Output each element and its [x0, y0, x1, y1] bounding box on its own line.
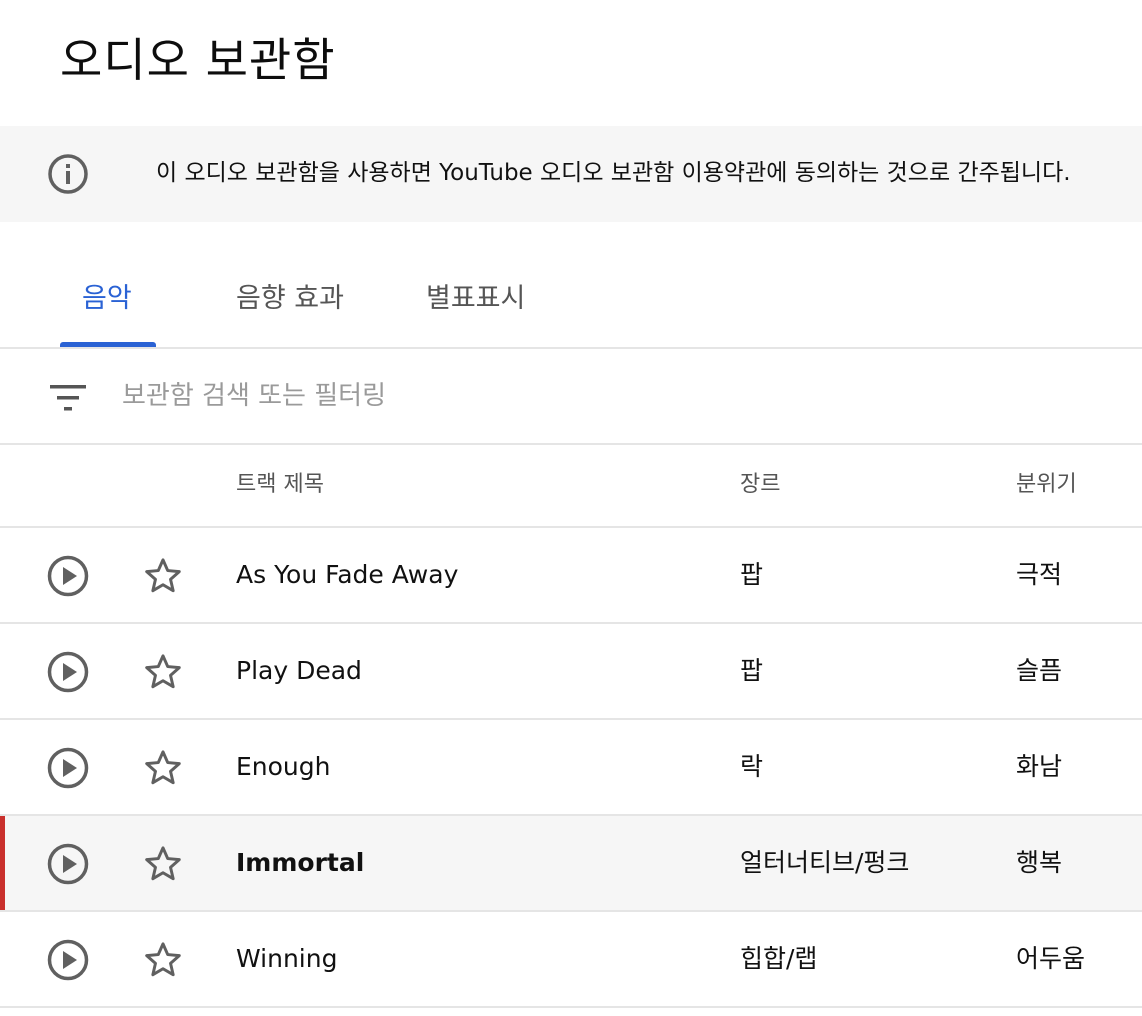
track-title: Winning	[236, 944, 338, 973]
track-row[interactable]: Enough 락 화남	[0, 720, 1142, 814]
track-row[interactable]: As You Fade Away 팝 극적	[0, 528, 1142, 622]
track-title: Immortal	[236, 848, 365, 877]
star-icon[interactable]	[142, 651, 184, 697]
selected-row-marker	[0, 816, 5, 910]
play-icon[interactable]	[46, 650, 90, 698]
tab-sound-effects[interactable]: 음향 효과	[236, 258, 344, 344]
track-genre: 팝	[740, 560, 764, 589]
track-title: Enough	[236, 752, 331, 781]
play-icon[interactable]	[46, 938, 90, 986]
track-genre: 얼터너티브/펑크	[740, 848, 910, 877]
row-divider	[0, 1006, 1142, 1008]
column-header-mood[interactable]: 분위기	[1016, 470, 1077, 500]
track-title: As You Fade Away	[236, 560, 459, 589]
terms-notice-text: 이 오디오 보관함을 사용하면 YouTube 오디오 보관함 이용약관에 동의…	[156, 160, 1071, 186]
track-genre: 힙합/랩	[740, 944, 818, 973]
tab-music[interactable]: 음악	[82, 258, 132, 344]
track-mood: 슬픔	[1016, 656, 1063, 685]
filter-icon[interactable]	[48, 382, 88, 418]
tab-divider	[0, 347, 1142, 349]
play-icon[interactable]	[46, 746, 90, 794]
tab-starred[interactable]: 별표표시	[426, 258, 525, 344]
star-icon[interactable]	[142, 843, 184, 889]
track-genre: 팝	[740, 656, 764, 685]
star-icon[interactable]	[142, 747, 184, 793]
library-search-input[interactable]	[122, 372, 822, 420]
track-mood: 행복	[1016, 848, 1063, 877]
star-icon[interactable]	[142, 939, 184, 985]
page-title: 오디오 보관함	[60, 33, 336, 87]
play-icon[interactable]	[46, 842, 90, 890]
column-header-title[interactable]: 트랙 제목	[236, 470, 324, 500]
track-mood: 화남	[1016, 752, 1063, 781]
track-row[interactable]: Immortal 얼터너티브/펑크 행복	[0, 816, 1142, 910]
search-divider	[0, 443, 1142, 445]
track-row[interactable]: Play Dead 팝 슬픔	[0, 624, 1142, 718]
track-genre: 락	[740, 752, 764, 781]
play-icon[interactable]	[46, 554, 90, 602]
star-icon[interactable]	[142, 555, 184, 601]
track-mood: 어두움	[1016, 944, 1086, 973]
track-row[interactable]: Winning 힙합/랩 어두움	[0, 912, 1142, 1006]
track-title: Play Dead	[236, 656, 362, 685]
track-mood: 극적	[1016, 560, 1063, 589]
info-icon	[47, 153, 89, 199]
column-header-genre[interactable]: 장르	[740, 470, 780, 500]
